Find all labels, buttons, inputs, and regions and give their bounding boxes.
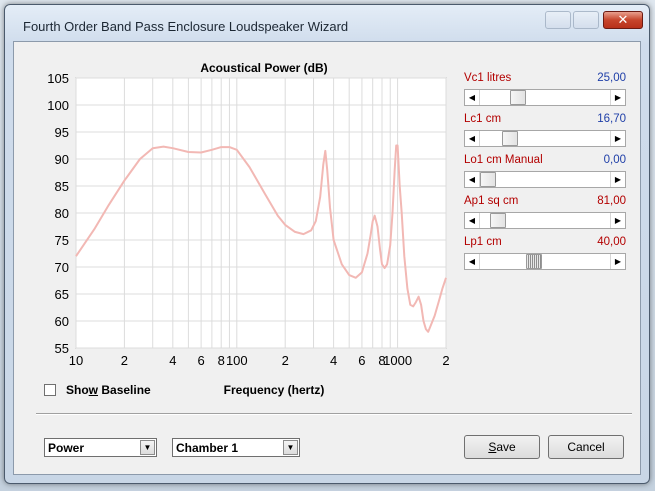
minimize-button[interactable] [545, 11, 571, 29]
x-tick-label: 4 [169, 353, 176, 368]
y-tick-label: 100 [47, 98, 69, 113]
title-bar[interactable]: Fourth Order Band Pass Enclosure Loudspe… [5, 5, 649, 41]
param-label: Lc1 cm [464, 113, 502, 125]
param-label: Ap1 sq cm [464, 195, 519, 207]
y-tick-label: 90 [55, 152, 69, 167]
arrow-right-icon[interactable]: ▶ [610, 172, 625, 187]
arrow-right-icon[interactable]: ▶ [610, 254, 625, 269]
param-label: Vc1 litres [464, 72, 512, 84]
arrow-right-icon[interactable]: ▶ [610, 213, 625, 228]
param-header: Lp1 cm 40,00 [464, 236, 626, 250]
slider-thumb[interactable] [502, 131, 518, 146]
arrow-right-icon[interactable]: ▶ [610, 90, 625, 105]
window-title: Fourth Order Band Pass Enclosure Loudspe… [23, 19, 349, 34]
arrow-left-icon[interactable]: ◀ [465, 254, 480, 269]
param-1: Lc1 cm 16,70 ◀ ▶ [464, 113, 626, 147]
mode-select[interactable]: Power ▼ [44, 438, 157, 457]
y-tick-label: 95 [55, 125, 69, 140]
param-2: Lo1 cm Manual 0,00 ◀ ▶ [464, 154, 626, 188]
param-slider[interactable]: ◀ ▶ [464, 89, 626, 106]
y-tick-label: 80 [55, 206, 69, 221]
arrow-left-icon[interactable]: ◀ [465, 172, 480, 187]
x-tick-label: 100 [226, 353, 248, 368]
y-tick-label: 75 [55, 233, 69, 248]
param-value: 40,00 [597, 236, 626, 248]
arrow-left-icon[interactable]: ◀ [465, 213, 480, 228]
chevron-down-icon[interactable]: ▼ [283, 440, 298, 455]
param-slider[interactable]: ◀ ▶ [464, 253, 626, 270]
param-4: Lp1 cm 40,00 ◀ ▶ [464, 236, 626, 270]
save-button[interactable]: Save [464, 435, 540, 459]
maximize-button[interactable] [573, 11, 599, 29]
checkbox-icon[interactable] [44, 384, 56, 396]
chamber-select-value: Chamber 1 [176, 441, 239, 455]
param-label: Lo1 cm Manual [464, 154, 543, 166]
separator [36, 413, 632, 415]
param-slider[interactable]: ◀ ▶ [464, 212, 626, 229]
y-tick-label: 60 [55, 314, 69, 329]
x-tick-label: 1000 [383, 353, 412, 368]
x-axis-label: Frequency (hertz) [223, 383, 325, 397]
x-tick-label: 2 [442, 353, 449, 368]
param-0: Vc1 litres 25,00 ◀ ▶ [464, 72, 626, 106]
close-icon: ✕ [617, 12, 629, 28]
param-value: 0,00 [603, 154, 626, 166]
dialog-client-area: Acoustical Power (dB) 105 100 95 90 85 80 75 70… [13, 41, 641, 475]
cancel-button-label: Cancel [567, 440, 605, 454]
slider-thumb[interactable] [526, 254, 542, 269]
cancel-button[interactable]: Cancel [548, 435, 624, 459]
slider-thumb[interactable] [480, 172, 496, 187]
y-tick-label: 70 [55, 260, 69, 275]
param-label: Lp1 cm [464, 236, 502, 248]
x-tick-label: 6 [198, 353, 205, 368]
slider-thumb[interactable] [490, 213, 506, 228]
chevron-down-icon[interactable]: ▼ [140, 440, 155, 455]
param-value: 81,00 [597, 195, 626, 207]
slider-thumb[interactable] [510, 90, 526, 105]
y-tick-label: 85 [55, 179, 69, 194]
arrow-left-icon[interactable]: ◀ [465, 90, 480, 105]
param-slider[interactable]: ◀ ▶ [464, 171, 626, 188]
show-baseline-label: Show Baseline [66, 383, 151, 397]
mode-select-value: Power [48, 441, 85, 455]
param-header: Ap1 sq cm 81,00 [464, 195, 626, 209]
param-3: Ap1 sq cm 81,00 ◀ ▶ [464, 195, 626, 229]
y-tick-label: 65 [55, 287, 69, 302]
chamber-select[interactable]: Chamber 1 ▼ [172, 438, 300, 457]
x-tick-label: 2 [121, 353, 128, 368]
param-header: Lc1 cm 16,70 [464, 113, 626, 127]
param-header: Lo1 cm Manual 0,00 [464, 154, 626, 168]
x-tick-label: 2 [282, 353, 289, 368]
x-tick-label: 10 [69, 353, 83, 368]
y-tick-label: 55 [55, 341, 69, 356]
param-value: 25,00 [597, 72, 626, 84]
x-tick-label: 6 [358, 353, 365, 368]
param-header: Vc1 litres 25,00 [464, 72, 626, 86]
arrow-left-icon[interactable]: ◀ [465, 131, 480, 146]
close-button[interactable]: ✕ [603, 11, 643, 29]
arrow-right-icon[interactable]: ▶ [610, 131, 625, 146]
param-value: 16,70 [597, 113, 626, 125]
y-tick-label: 105 [47, 71, 69, 86]
x-tick-label: 8 [218, 353, 225, 368]
x-tick-label: 4 [330, 353, 337, 368]
wizard-window: Fourth Order Band Pass Enclosure Loudspe… [4, 4, 650, 484]
show-baseline-checkbox[interactable]: Show Baseline [44, 383, 151, 397]
param-slider[interactable]: ◀ ▶ [464, 130, 626, 147]
save-button-label: Save [488, 440, 516, 454]
